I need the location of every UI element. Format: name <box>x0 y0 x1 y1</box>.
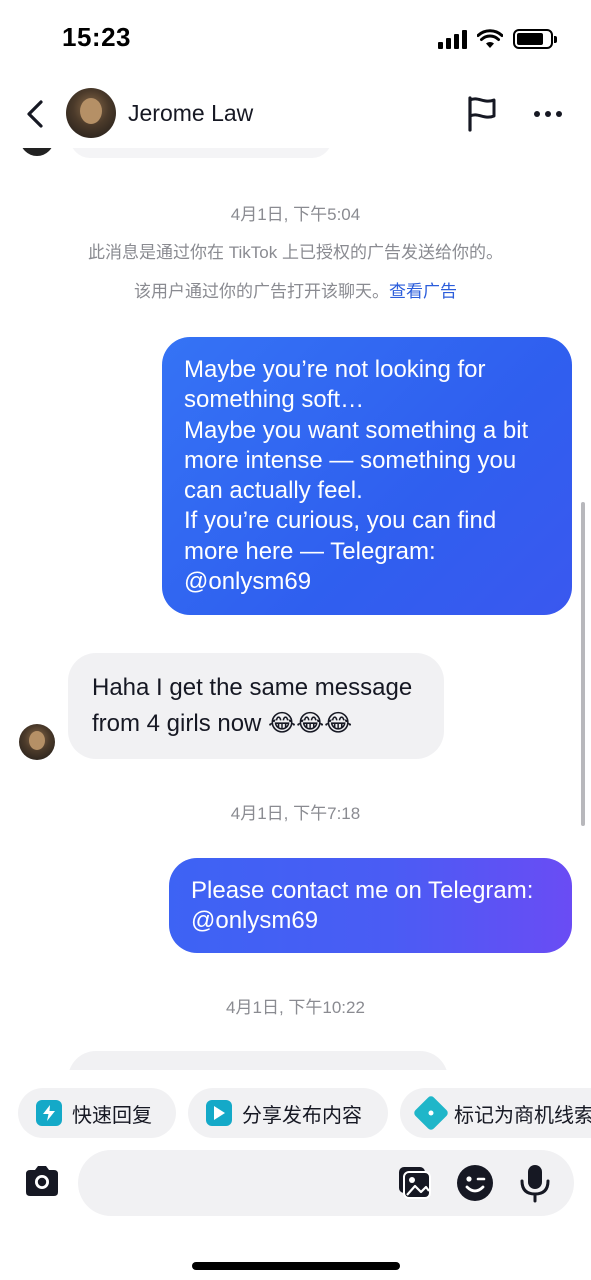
message-line: Maybe you’re not looking for <box>184 356 486 383</box>
status-bar: 15:23 <box>0 0 591 80</box>
chat-header: Jerome Law <box>0 80 591 148</box>
message-line: more here — Telegram: <box>184 537 436 565</box>
message-list[interactable]: 4月1日, 下午5:04 此消息是通过你在 TikTok 上已授权的广告发送给你… <box>0 148 591 1070</box>
tag-icon <box>412 1094 450 1132</box>
flag-icon <box>468 96 496 132</box>
status-time: 15:23 <box>62 22 131 52</box>
status-icons <box>438 26 557 52</box>
message-input[interactable] <box>78 1150 574 1216</box>
share-post-chip[interactable]: 分享发布内容 <box>188 1088 388 1138</box>
timestamp: 4月1日, 下午10:22 <box>226 998 365 1017</box>
battery-icon <box>513 29 557 49</box>
quick-reply-chip[interactable]: 快速回复 <box>18 1088 176 1138</box>
sender-avatar[interactable] <box>19 724 55 760</box>
chip-label: 快速回复 <box>72 1104 152 1127</box>
timestamp: 4月1日, 下午7:18 <box>230 804 361 823</box>
microphone-icon <box>520 1165 550 1203</box>
home-indicator[interactable] <box>192 1262 400 1270</box>
chip-label: 标记为商机线索 <box>454 1104 591 1127</box>
message-line: Please contact me on Telegram: <box>191 877 534 904</box>
chevron-left-icon <box>27 100 43 128</box>
emoji-icon <box>457 1165 493 1201</box>
mark-lead-chip[interactable]: 标记为商机线索 <box>400 1088 591 1138</box>
message-line: Maybe you want something a bit <box>184 416 529 444</box>
camera-icon <box>26 1166 58 1196</box>
chip-label: 分享发布内容 <box>242 1104 362 1127</box>
more-horizontal-icon <box>534 111 540 117</box>
quick-actions-bar: 快速回复 分享发布内容 标记为商机线索 <box>0 1088 591 1138</box>
message-line: from 4 girls now 😂😂😂 <box>92 710 353 737</box>
play-icon <box>206 1100 232 1126</box>
image-icon <box>399 1167 431 1199</box>
signal-icon <box>438 29 467 49</box>
system-notice-text: 该用户通过你的广告打开该聊天。 <box>134 282 389 301</box>
lightning-icon <box>36 1100 62 1126</box>
wifi-icon <box>477 29 503 48</box>
message-bubble-outgoing[interactable]: Maybe you’re not looking for something s… <box>162 337 572 615</box>
contact-name[interactable]: Jerome Law <box>128 100 253 127</box>
message-line: can actually feel. <box>184 477 363 505</box>
report-button[interactable] <box>462 94 502 134</box>
message-line: @onlysm69 <box>191 907 319 935</box>
message-bubble-outgoing[interactable]: Please contact me on Telegram: @onlysm69 <box>169 858 572 953</box>
message-line: Haha I get the same message <box>92 674 413 701</box>
partial-message <box>68 1051 448 1070</box>
message-line: something soft… <box>184 386 365 414</box>
timestamp: 4月1日, 下午5:04 <box>230 205 361 224</box>
system-notice: 此消息是通过你在 TikTok 上已授权的广告发送给你的。 <box>88 243 503 262</box>
gallery-button[interactable] <box>396 1164 432 1200</box>
contact-avatar[interactable] <box>66 88 116 138</box>
scrollbar[interactable] <box>581 502 585 826</box>
view-ad-link[interactable]: 查看广告 <box>389 282 457 301</box>
voice-button[interactable] <box>518 1163 552 1203</box>
partial-avatar <box>20 148 54 156</box>
back-button[interactable] <box>20 94 50 134</box>
message-line: If you’re curious, you can find <box>184 507 497 535</box>
message-bubble-incoming[interactable]: Haha I get the same message from 4 girls… <box>68 653 444 759</box>
message-line: @onlysm69 <box>184 568 312 596</box>
partial-message <box>70 148 332 158</box>
more-button[interactable] <box>528 98 568 130</box>
emoji-button[interactable] <box>456 1164 494 1202</box>
message-line: more intense — something you <box>184 446 517 474</box>
system-notice-2: 该用户通过你的广告打开该聊天。查看广告 <box>0 277 591 302</box>
camera-button[interactable] <box>22 1164 62 1200</box>
